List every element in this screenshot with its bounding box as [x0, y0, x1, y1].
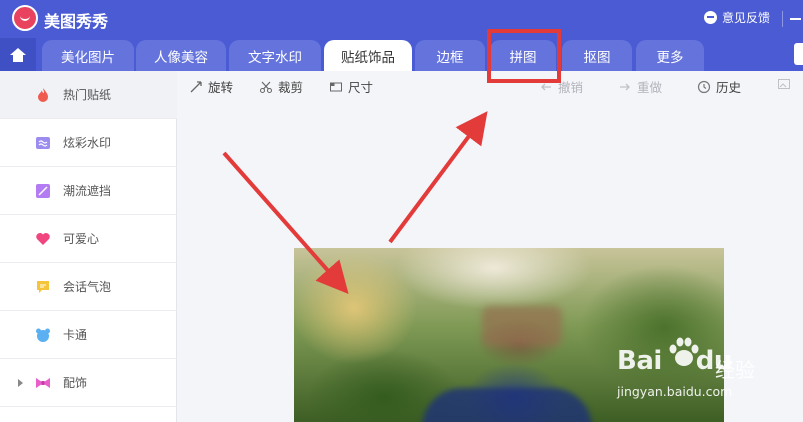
flame-icon [38, 87, 48, 102]
main-tab-bar: 美化图片 人像美容 文字水印 贴纸饰品 边框 拼图 抠图 更多 [0, 38, 803, 71]
expand-caret-icon[interactable] [18, 378, 23, 387]
watermark-url: jingyan.baidu.com [617, 384, 733, 399]
speech-bubble-icon [37, 280, 49, 293]
mask-icon [36, 183, 50, 198]
clock-icon [697, 80, 711, 93]
bear-icon [36, 328, 50, 342]
history-label: 历史 [716, 80, 742, 95]
search-box[interactable] [794, 43, 803, 65]
minimize-button[interactable] [790, 18, 801, 20]
tab-beautify[interactable]: 美化图片 [42, 40, 134, 71]
tab-more[interactable]: 更多 [636, 40, 704, 71]
sidebar-item-accessories[interactable]: 配饰 [0, 359, 177, 407]
highlight-box [487, 29, 561, 83]
sidebar-item-trend-mask[interactable]: 潮流遮挡 [0, 167, 177, 215]
app-title: 美图秀秀 [44, 12, 109, 31]
sidebar-item-cute-heart[interactable]: 可爱心 [0, 215, 177, 263]
resize-icon [330, 82, 342, 91]
paw-icon [669, 337, 699, 366]
sticker-category-sidebar: 热门贴纸 炫彩水印 潮流遮挡 可爱心 会话气泡 卡通 配饰 [0, 71, 177, 422]
feedback-button[interactable]: 意见反馈 [704, 9, 770, 26]
photo-subject [482, 306, 562, 346]
sidebar-item-color-watermark[interactable]: 炫彩水印 [0, 119, 177, 167]
tab-border[interactable]: 边框 [415, 40, 485, 71]
tab-cutout[interactable]: 抠图 [562, 40, 632, 71]
title-bar: 美图秀秀 意见反馈 [0, 0, 803, 38]
size-label: 尺寸 [348, 80, 374, 95]
feedback-icon [704, 11, 717, 24]
redo-button[interactable]: 重做 [618, 77, 662, 96]
watermark-cn: 经验 [715, 358, 755, 382]
baidu-jingyan-watermark: Bai du 经验 jingyan.baidu.com [605, 330, 785, 405]
sidebar-item-label: 热门贴纸 [63, 88, 112, 102]
redo-label: 重做 [637, 80, 663, 95]
home-button[interactable] [0, 38, 36, 71]
undo-label: 撤销 [558, 80, 584, 95]
heart-icon [36, 232, 50, 245]
feedback-label: 意见反馈 [722, 11, 771, 25]
crop-button[interactable]: 裁剪 [259, 77, 303, 96]
rotate-button[interactable]: 旋转 [189, 77, 233, 96]
sidebar-item-speech-bubble[interactable]: 会话气泡 [0, 263, 177, 311]
home-icon [10, 47, 26, 62]
image-tool-button[interactable] [777, 77, 791, 91]
app-logo-icon [12, 5, 38, 31]
tab-portrait[interactable]: 人像美容 [136, 40, 226, 71]
watermark-icon [36, 136, 50, 149]
sidebar-item-hot-stickers[interactable]: 热门贴纸 [0, 71, 177, 119]
rotate-icon [190, 80, 202, 92]
tab-text-watermark[interactable]: 文字水印 [229, 40, 321, 71]
size-button[interactable]: 尺寸 [329, 77, 373, 96]
sidebar-item-label: 卡通 [63, 328, 88, 342]
tab-stickers[interactable]: 贴纸饰品 [324, 40, 412, 71]
crop-label: 裁剪 [278, 80, 304, 95]
sidebar-item-label: 炫彩水印 [63, 136, 112, 150]
history-button[interactable]: 历史 [697, 77, 741, 96]
sidebar-item-label: 潮流遮挡 [63, 184, 112, 198]
image-icon [778, 79, 790, 89]
photo-subject [422, 388, 592, 422]
sidebar-item-label: 可爱心 [63, 232, 100, 246]
rotate-label: 旋转 [208, 80, 234, 95]
divider [782, 11, 783, 27]
redo-arrow-icon [620, 83, 630, 90]
bow-icon [36, 377, 50, 388]
sidebar-item-label: 配饰 [63, 376, 88, 390]
scissors-icon [260, 81, 272, 93]
app-window: 美图秀秀 意见反馈 美化图片 人像美容 文字水印 贴纸饰品 边框 拼图 抠图 更… [0, 0, 803, 422]
sidebar-item-cartoon[interactable]: 卡通 [0, 311, 177, 359]
sidebar-item-label: 会话气泡 [63, 280, 112, 294]
